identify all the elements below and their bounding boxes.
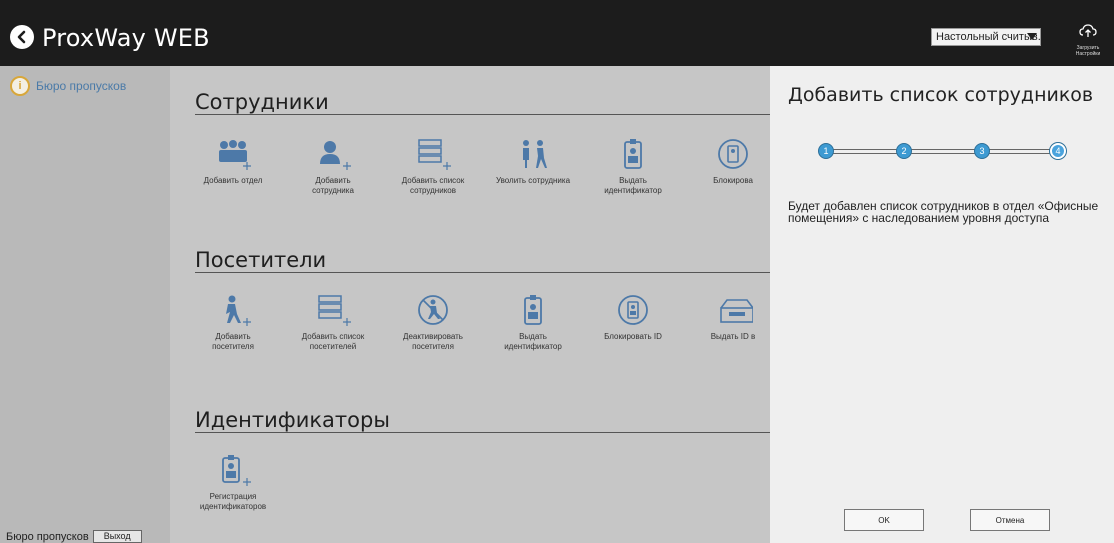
add-visitor-icon xyxy=(226,295,251,326)
chevron-left-icon xyxy=(17,30,26,44)
ok-button[interactable]: OK xyxy=(844,509,924,531)
id-badge-icon xyxy=(524,295,542,325)
section-title-identifiers: Идентификаторы xyxy=(195,408,390,432)
section-title-employees: Сотрудники xyxy=(195,90,329,114)
dropdown-arrow-icon xyxy=(1027,33,1037,40)
register-id-icon xyxy=(222,455,251,486)
tile-label: Добавить посетителя xyxy=(212,332,254,351)
step-connector xyxy=(906,149,980,154)
tile-add-employee-list[interactable]: Добавить список сотрудников xyxy=(383,138,483,196)
reader-select-value: Настольный считыв... xyxy=(936,31,1041,43)
step-connector xyxy=(828,149,902,154)
tile-label: Выдать идентификатор xyxy=(504,332,562,351)
block-id-icon xyxy=(718,139,748,169)
wizard-steps: 1 2 3 4 xyxy=(818,142,1068,162)
tile-label: Регистрация идентификаторов xyxy=(199,492,267,511)
sidebar: i Бюро пропусков xyxy=(0,66,170,543)
tile-block[interactable]: Блокирова xyxy=(683,138,770,186)
step-1: 1 xyxy=(818,143,834,159)
section-divider xyxy=(195,272,770,273)
tile-label: Уволить сотрудника xyxy=(495,176,571,185)
upload-label-2: Настройки xyxy=(1075,51,1101,57)
section-divider xyxy=(195,114,770,115)
reader-select[interactable]: Настольный считыв... xyxy=(931,28,1041,46)
step-3: 3 xyxy=(974,143,990,159)
section-divider xyxy=(195,432,770,433)
footer-label: Бюро пропусков xyxy=(6,530,89,543)
block-id-icon xyxy=(618,295,648,325)
dismiss-employee-icon xyxy=(523,140,547,168)
tile-label: Выдать идентификатор xyxy=(604,176,662,195)
tile-issue-id-box[interactable]: Выдать ID в xyxy=(683,294,770,342)
tile-label: Выдать ID в xyxy=(710,332,756,341)
add-department-icon xyxy=(219,140,251,170)
tile-add-visitor-list[interactable]: Добавить список посетителей xyxy=(283,294,383,352)
tile-label: Добавить сотрудника xyxy=(312,176,354,195)
tile-register-identifiers[interactable]: Регистрация идентификаторов xyxy=(183,454,283,512)
tile-label: Деактивировать посетителя xyxy=(403,332,463,351)
tile-block-id[interactable]: Блокировать ID xyxy=(583,294,683,342)
tile-label: Блокировать ID xyxy=(604,332,662,341)
tile-deactivate-visitor[interactable]: Деактивировать посетителя xyxy=(383,294,483,352)
tile-add-employee[interactable]: Добавить сотрудника xyxy=(283,138,383,196)
add-person-icon xyxy=(320,141,351,170)
id-badge-icon xyxy=(624,139,642,169)
tile-dismiss-employee[interactable]: Уволить сотрудника xyxy=(483,138,583,186)
back-button[interactable] xyxy=(10,25,34,49)
panel-title: Добавить список сотрудников xyxy=(788,84,1094,106)
tile-label: Добавить список сотрудников xyxy=(401,176,465,195)
tile-label: Добавить список посетителей xyxy=(301,332,365,351)
tile-issue-identifier[interactable]: Выдать идентификатор xyxy=(583,138,683,196)
sidebar-item-label: Бюро пропусков xyxy=(36,79,127,93)
upload-settings-button[interactable]: Загрузить Настройки xyxy=(1070,24,1106,60)
deactivate-visitor-icon xyxy=(418,295,448,325)
tile-label: Блокирова xyxy=(713,176,753,185)
sidebar-item-pass-office[interactable]: i Бюро пропусков xyxy=(10,76,126,96)
step-4: 4 xyxy=(1050,143,1066,159)
top-bar: ProxWay WEB Настольный считыв... Загрузи… xyxy=(0,0,1114,66)
info-icon: i xyxy=(10,76,30,96)
card-tray-icon xyxy=(720,299,753,323)
tile-label: Добавить отдел xyxy=(203,176,263,185)
app-title: ProxWay WEB xyxy=(42,24,210,52)
add-list-icon xyxy=(318,295,351,326)
section-title-visitors: Посетители xyxy=(195,248,327,272)
step-connector xyxy=(984,149,1058,154)
wizard-panel: Добавить список сотрудников 1 2 3 4 Буде… xyxy=(770,66,1114,543)
tile-issue-identifier[interactable]: Выдать идентификатор xyxy=(483,294,583,352)
cancel-button[interactable]: Отмена xyxy=(970,509,1050,531)
add-list-icon xyxy=(418,139,451,170)
logout-button[interactable]: Выход xyxy=(92,530,142,543)
tile-add-visitor[interactable]: Добавить посетителя xyxy=(183,294,283,352)
panel-description: Будет добавлен список сотрудников в отде… xyxy=(788,199,1099,225)
main-content: Сотрудники Добавить отдел Добавить сотруд… xyxy=(170,66,770,543)
tile-add-department[interactable]: Добавить отдел xyxy=(183,138,283,186)
step-2: 2 xyxy=(896,143,912,159)
cloud-upload-icon xyxy=(1079,24,1097,37)
sidebar-footer: Бюро пропусков Выход xyxy=(6,530,142,543)
